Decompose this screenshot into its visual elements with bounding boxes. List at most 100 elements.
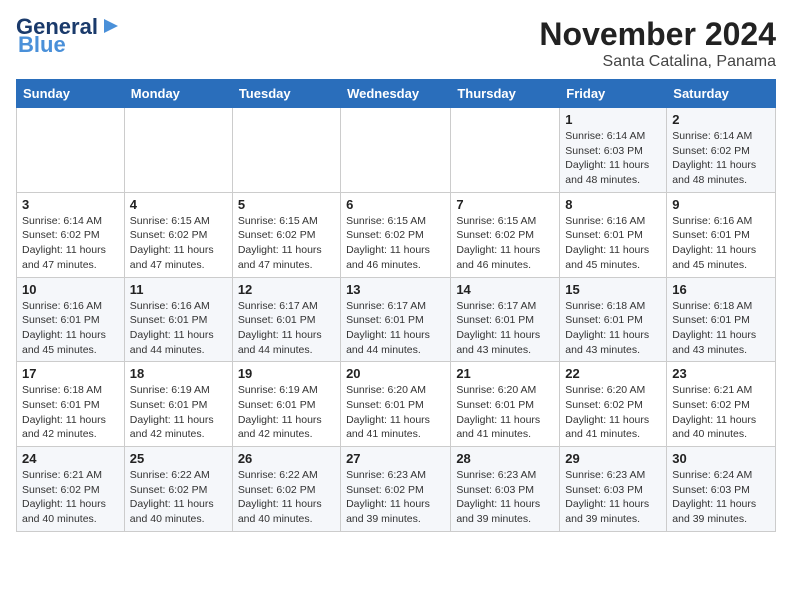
- calendar-cell: [451, 108, 560, 193]
- header-monday: Monday: [124, 80, 232, 108]
- day-detail: Sunrise: 6:19 AM Sunset: 6:01 PM Dayligh…: [238, 383, 335, 442]
- calendar-cell: 29Sunrise: 6:23 AM Sunset: 6:03 PM Dayli…: [560, 447, 667, 532]
- day-number: 4: [130, 197, 227, 212]
- day-detail: Sunrise: 6:15 AM Sunset: 6:02 PM Dayligh…: [238, 214, 335, 273]
- calendar-cell: 19 Sunrise: 6:19 AM Sunset: 6:01 PM Dayli…: [232, 362, 340, 447]
- calendar-cell: 4 Sunrise: 6:15 AM Sunset: 6:02 PM Daylig…: [124, 192, 232, 277]
- calendar-cell: 25 Sunrise: 6:22 AM Sunset: 6:02 PM Dayli…: [124, 447, 232, 532]
- calendar-cell: 17 Sunrise: 6:18 AM Sunset: 6:01 PM Dayli…: [17, 362, 125, 447]
- week-row-2: 3Sunrise: 6:14 AM Sunset: 6:02 PM Daylig…: [17, 192, 776, 277]
- day-number: 12: [238, 282, 335, 297]
- day-detail: Sunrise: 6:18 AM Sunset: 6:01 PM Dayligh…: [22, 383, 119, 442]
- day-detail: Sunrise: 6:22 AM Sunset: 6:02 PM Dayligh…: [130, 468, 227, 527]
- calendar-cell: 11 Sunrise: 6:16 AM Sunset: 6:01 PM Dayli…: [124, 277, 232, 362]
- calendar-cell: 5Sunrise: 6:15 AM Sunset: 6:02 PM Daylig…: [232, 192, 340, 277]
- calendar-cell: 8 Sunrise: 6:16 AM Sunset: 6:01 PM Daylig…: [560, 192, 667, 277]
- day-number: 22: [565, 366, 661, 381]
- calendar-cell: [232, 108, 340, 193]
- day-detail: Sunrise: 6:17 AM Sunset: 6:01 PM Dayligh…: [238, 299, 335, 358]
- day-number: 13: [346, 282, 445, 297]
- day-detail: Sunrise: 6:20 AM Sunset: 6:02 PM Dayligh…: [565, 383, 661, 442]
- day-detail: Sunrise: 6:20 AM Sunset: 6:01 PM Dayligh…: [346, 383, 445, 442]
- day-detail: Sunrise: 6:22 AM Sunset: 6:02 PM Dayligh…: [238, 468, 335, 527]
- day-detail: Sunrise: 6:16 AM Sunset: 6:01 PM Dayligh…: [22, 299, 119, 358]
- day-detail: Sunrise: 6:21 AM Sunset: 6:02 PM Dayligh…: [22, 468, 119, 527]
- calendar-cell: 13 Sunrise: 6:17 AM Sunset: 6:01 PM Dayli…: [341, 277, 451, 362]
- day-detail: Sunrise: 6:15 AM Sunset: 6:02 PM Dayligh…: [456, 214, 554, 273]
- day-number: 20: [346, 366, 445, 381]
- calendar-body: 1 Sunrise: 6:14 AM Sunset: 6:03 PM Daylig…: [17, 108, 776, 532]
- day-detail: Sunrise: 6:14 AM Sunset: 6:02 PM Dayligh…: [672, 129, 770, 188]
- day-detail: Sunrise: 6:17 AM Sunset: 6:01 PM Dayligh…: [456, 299, 554, 358]
- calendar-cell: 7 Sunrise: 6:15 AM Sunset: 6:02 PM Daylig…: [451, 192, 560, 277]
- header-tuesday: Tuesday: [232, 80, 340, 108]
- day-number: 19: [238, 366, 335, 381]
- day-detail: Sunrise: 6:20 AM Sunset: 6:01 PM Dayligh…: [456, 383, 554, 442]
- header-row: Sunday Monday Tuesday Wednesday Thursday…: [17, 80, 776, 108]
- page-subtitle: Santa Catalina, Panama: [539, 53, 776, 71]
- day-number: 21: [456, 366, 554, 381]
- calendar-cell: 15 Sunrise: 6:18 AM Sunset: 6:01 PM Dayli…: [560, 277, 667, 362]
- calendar-cell: [341, 108, 451, 193]
- week-row-1: 1 Sunrise: 6:14 AM Sunset: 6:03 PM Daylig…: [17, 108, 776, 193]
- day-number: 8: [565, 197, 661, 212]
- calendar-cell: 2 Sunrise: 6:14 AM Sunset: 6:02 PM Daylig…: [667, 108, 776, 193]
- day-number: 26: [238, 451, 335, 466]
- logo-text-blue: Blue: [18, 34, 66, 56]
- day-number: 14: [456, 282, 554, 297]
- day-number: 29: [565, 451, 661, 466]
- day-detail: Sunrise: 6:16 AM Sunset: 6:01 PM Dayligh…: [565, 214, 661, 273]
- calendar-cell: 9Sunrise: 6:16 AM Sunset: 6:01 PM Daylig…: [667, 192, 776, 277]
- calendar-cell: 16 Sunrise: 6:18 AM Sunset: 6:01 PM Dayli…: [667, 277, 776, 362]
- day-number: 17: [22, 366, 119, 381]
- header-friday: Friday: [560, 80, 667, 108]
- calendar-cell: 6 Sunrise: 6:15 AM Sunset: 6:02 PM Daylig…: [341, 192, 451, 277]
- header-wednesday: Wednesday: [341, 80, 451, 108]
- calendar-cell: 12 Sunrise: 6:17 AM Sunset: 6:01 PM Dayli…: [232, 277, 340, 362]
- day-number: 6: [346, 197, 445, 212]
- day-number: 2: [672, 112, 770, 127]
- page-title: November 2024: [539, 16, 776, 53]
- calendar-cell: 21 Sunrise: 6:20 AM Sunset: 6:01 PM Dayli…: [451, 362, 560, 447]
- calendar-cell: 22 Sunrise: 6:20 AM Sunset: 6:02 PM Dayli…: [560, 362, 667, 447]
- day-number: 7: [456, 197, 554, 212]
- day-detail: Sunrise: 6:15 AM Sunset: 6:02 PM Dayligh…: [346, 214, 445, 273]
- day-number: 30: [672, 451, 770, 466]
- calendar-cell: 26 Sunrise: 6:22 AM Sunset: 6:02 PM Dayli…: [232, 447, 340, 532]
- day-number: 28: [456, 451, 554, 466]
- calendar-cell: 20 Sunrise: 6:20 AM Sunset: 6:01 PM Dayli…: [341, 362, 451, 447]
- title-block: November 2024 Santa Catalina, Panama: [539, 16, 776, 71]
- calendar-cell: 3Sunrise: 6:14 AM Sunset: 6:02 PM Daylig…: [17, 192, 125, 277]
- day-detail: Sunrise: 6:17 AM Sunset: 6:01 PM Dayligh…: [346, 299, 445, 358]
- header-thursday: Thursday: [451, 80, 560, 108]
- calendar-cell: [124, 108, 232, 193]
- day-detail: Sunrise: 6:14 AM Sunset: 6:03 PM Dayligh…: [565, 129, 661, 188]
- day-detail: Sunrise: 6:16 AM Sunset: 6:01 PM Dayligh…: [130, 299, 227, 358]
- day-number: 23: [672, 366, 770, 381]
- calendar-cell: 27Sunrise: 6:23 AM Sunset: 6:02 PM Dayli…: [341, 447, 451, 532]
- day-detail: Sunrise: 6:21 AM Sunset: 6:02 PM Dayligh…: [672, 383, 770, 442]
- week-row-4: 17 Sunrise: 6:18 AM Sunset: 6:01 PM Dayli…: [17, 362, 776, 447]
- day-number: 9: [672, 197, 770, 212]
- calendar-cell: 23 Sunrise: 6:21 AM Sunset: 6:02 PM Dayli…: [667, 362, 776, 447]
- week-row-3: 10Sunrise: 6:16 AM Sunset: 6:01 PM Dayli…: [17, 277, 776, 362]
- day-number: 25: [130, 451, 227, 466]
- day-detail: Sunrise: 6:18 AM Sunset: 6:01 PM Dayligh…: [672, 299, 770, 358]
- day-number: 24: [22, 451, 119, 466]
- calendar-cell: 14 Sunrise: 6:17 AM Sunset: 6:01 PM Dayli…: [451, 277, 560, 362]
- calendar-cell: 18Sunrise: 6:19 AM Sunset: 6:01 PM Dayli…: [124, 362, 232, 447]
- day-detail: Sunrise: 6:15 AM Sunset: 6:02 PM Dayligh…: [130, 214, 227, 273]
- day-number: 16: [672, 282, 770, 297]
- week-row-5: 24 Sunrise: 6:21 AM Sunset: 6:02 PM Dayli…: [17, 447, 776, 532]
- calendar-table: Sunday Monday Tuesday Wednesday Thursday…: [16, 79, 776, 532]
- day-number: 18: [130, 366, 227, 381]
- day-number: 15: [565, 282, 661, 297]
- day-detail: Sunrise: 6:18 AM Sunset: 6:01 PM Dayligh…: [565, 299, 661, 358]
- calendar-cell: 1 Sunrise: 6:14 AM Sunset: 6:03 PM Daylig…: [560, 108, 667, 193]
- calendar-cell: 30Sunrise: 6:24 AM Sunset: 6:03 PM Dayli…: [667, 447, 776, 532]
- day-detail: Sunrise: 6:14 AM Sunset: 6:02 PM Dayligh…: [22, 214, 119, 273]
- day-number: 1: [565, 112, 661, 127]
- page-header: General Blue November 2024 Santa Catalin…: [16, 16, 776, 71]
- day-number: 11: [130, 282, 227, 297]
- calendar-cell: 28Sunrise: 6:23 AM Sunset: 6:03 PM Dayli…: [451, 447, 560, 532]
